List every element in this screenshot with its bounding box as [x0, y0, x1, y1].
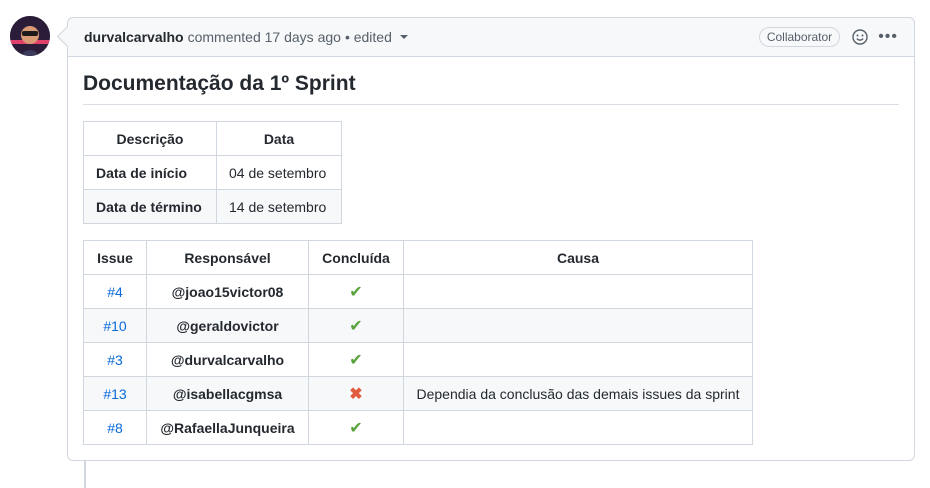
- smiley-icon[interactable]: [852, 29, 868, 45]
- table-cell: Data de início: [83, 155, 217, 190]
- summary-table: Descrição Data Data de início 04 de sete…: [83, 121, 342, 224]
- comment-meta: commented 17 days ago: [187, 29, 341, 45]
- chevron-down-icon: [399, 35, 408, 39]
- table-row: #8 @RafaellaJunqueira ✔: [83, 410, 753, 445]
- table-cell: [403, 274, 753, 309]
- table-row: Data de início 04 de setembro: [83, 155, 342, 190]
- table-cell: [403, 308, 753, 343]
- table-cell: @joao15victor08: [146, 274, 309, 309]
- check-icon: ✔: [349, 283, 363, 301]
- table-cell: ✖: [308, 376, 404, 411]
- table-cell: #13: [83, 376, 147, 411]
- edited-dropdown[interactable]: • edited: [345, 29, 408, 45]
- issue-link[interactable]: #10: [103, 318, 126, 334]
- check-icon: ✔: [349, 351, 363, 369]
- table-header: Responsável: [146, 240, 309, 275]
- comment-header: durvalcarvalho commented 17 days ago • e…: [68, 18, 914, 57]
- table-cell: Data de término: [83, 189, 217, 224]
- table-cell: 14 de setembro: [216, 189, 342, 224]
- issue-link[interactable]: #3: [107, 352, 123, 368]
- issue-link[interactable]: #4: [107, 284, 123, 300]
- table-header: Issue: [83, 240, 147, 275]
- timeline-line: [84, 460, 86, 488]
- avatar[interactable]: [10, 16, 50, 56]
- table-row: #10 @geraldovictor ✔: [83, 308, 753, 343]
- table-cell: @isabellacgmsa: [146, 376, 309, 411]
- table-row: #3 @durvalcarvalho ✔: [83, 342, 753, 377]
- table-cell: [403, 410, 753, 445]
- table-header: Concluída: [308, 240, 404, 275]
- table-header: Descrição: [83, 121, 217, 156]
- table-cell: #4: [83, 274, 147, 309]
- table-cell: ✔: [308, 410, 404, 445]
- table-cell: #3: [83, 342, 147, 377]
- check-icon: ✔: [349, 317, 363, 335]
- table-row: #13 @isabellacgmsa ✖ Dependia da conclus…: [83, 376, 753, 411]
- table-cell: ✔: [308, 308, 404, 343]
- comment-body: Documentação da 1º Sprint Descrição Data…: [68, 57, 914, 460]
- table-cell: ✔: [308, 342, 404, 377]
- table-cell: Dependia da conclusão das demais issues …: [403, 376, 753, 411]
- issue-link[interactable]: #8: [107, 420, 123, 436]
- issues-table: Issue Responsável Concluída Causa #4 @jo…: [83, 240, 753, 445]
- table-cell: @durvalcarvalho: [146, 342, 309, 377]
- kebab-menu-icon[interactable]: •••: [878, 29, 898, 45]
- table-cell: 04 de setembro: [216, 155, 342, 190]
- table-cell: #8: [83, 410, 147, 445]
- table-row: #4 @joao15victor08 ✔: [83, 274, 753, 309]
- table-cell: #10: [83, 308, 147, 343]
- table-header: Causa: [403, 240, 753, 275]
- author-link[interactable]: durvalcarvalho: [84, 29, 184, 45]
- check-icon: ✔: [349, 419, 363, 437]
- table-cell: [403, 342, 753, 377]
- edited-label: • edited: [344, 29, 392, 45]
- cross-icon: ✖: [349, 385, 363, 403]
- page-title: Documentação da 1º Sprint: [83, 72, 899, 105]
- header-actions: Collaborator •••: [758, 27, 898, 47]
- table-cell: @geraldovictor: [146, 308, 309, 343]
- table-header: Data: [216, 121, 342, 156]
- issue-link[interactable]: #13: [103, 386, 126, 402]
- table-cell: ✔: [308, 274, 404, 309]
- collaborator-badge: Collaborator: [758, 27, 841, 47]
- table-cell: @RafaellaJunqueira: [146, 410, 309, 445]
- comment-box: durvalcarvalho commented 17 days ago • e…: [56, 17, 915, 461]
- table-row: Data de término 14 de setembro: [83, 189, 342, 224]
